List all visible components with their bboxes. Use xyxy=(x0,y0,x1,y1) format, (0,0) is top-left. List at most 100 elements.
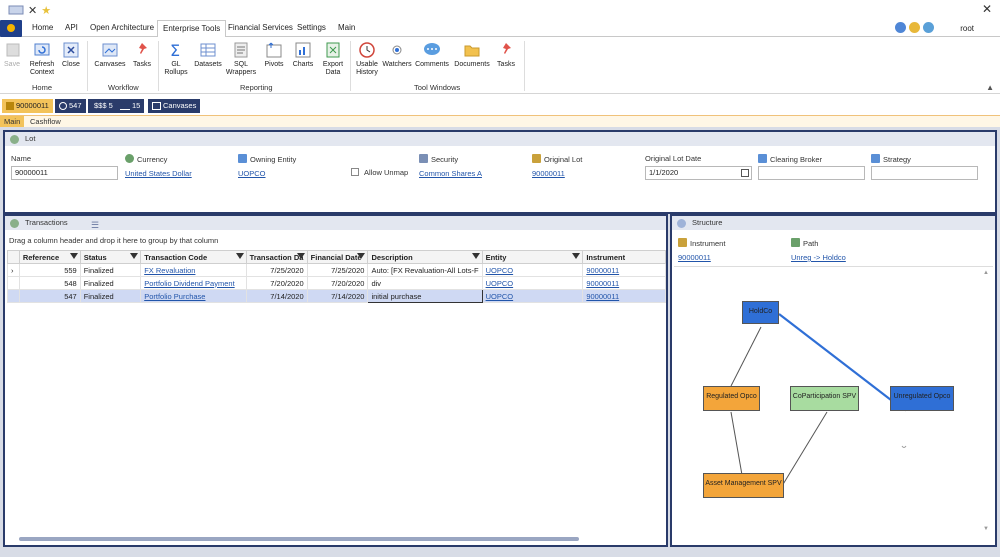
star-icon[interactable]: ★ xyxy=(41,4,51,17)
cell-instrument-link[interactable]: 90000011 xyxy=(582,263,666,277)
context-chip-lot[interactable]: 90000011 xyxy=(2,99,53,113)
filter-icon[interactable] xyxy=(296,253,305,259)
mouse-cursor-icon xyxy=(901,445,907,448)
cell-financial-date: 7/20/2020 xyxy=(306,276,369,290)
cell-instrument-link[interactable]: 90000011 xyxy=(582,289,666,303)
menu-tab-main[interactable]: Main xyxy=(338,23,355,32)
menu-tab-settings[interactable]: Settings xyxy=(297,23,326,32)
menu-icon[interactable]: ☰ xyxy=(91,218,99,232)
title-bar: ✕ ★ ✕ xyxy=(0,0,1000,20)
horizontal-scrollbar[interactable] xyxy=(19,537,579,541)
col-transaction-date[interactable]: Transaction Da xyxy=(245,250,308,264)
sync-icon[interactable] xyxy=(923,22,934,33)
refresh-context-button[interactable]: Refresh Context xyxy=(28,41,56,77)
table-row[interactable]: 547 Finalized Portfolio Purchase 7/14/20… xyxy=(7,289,666,303)
dataset-icon xyxy=(199,41,217,59)
watchers-button[interactable]: Watchers xyxy=(382,41,412,69)
documents-button[interactable]: Documents xyxy=(452,41,492,69)
currency-icon xyxy=(125,154,134,163)
node-regulated-opco[interactable]: Regulated Opco xyxy=(703,386,760,411)
menu-tab-enterprise-tools[interactable]: Enterprise Tools xyxy=(157,20,227,38)
tool-tasks-button[interactable]: Tasks xyxy=(494,41,518,69)
info-icon[interactable] xyxy=(909,22,920,33)
col-description[interactable]: Description xyxy=(367,250,483,264)
node-asset-management-spv[interactable]: Asset Management SPV xyxy=(703,473,784,498)
menu-tab-open-architecture[interactable]: Open Architecture xyxy=(90,23,154,32)
close-icon[interactable]: ✕ xyxy=(28,4,37,17)
clearing-broker-field[interactable] xyxy=(758,166,865,180)
canvases-button[interactable]: Canvases xyxy=(94,41,126,69)
name-field[interactable]: 90000011 xyxy=(11,166,118,180)
col-instrument[interactable]: Instrument xyxy=(582,250,666,264)
cell-entity-link[interactable]: UOPCO xyxy=(481,276,584,290)
table-row[interactable]: 548 Finalized Portfolio Dividend Payment… xyxy=(7,276,666,290)
close-button[interactable]: Close xyxy=(62,41,80,69)
usable-history-button[interactable]: Usable History xyxy=(354,41,380,77)
window-close-icon[interactable]: ✕ xyxy=(982,2,992,16)
user-name[interactable]: root xyxy=(960,24,974,33)
datasets-button[interactable]: Datasets xyxy=(193,41,223,69)
filter-icon[interactable] xyxy=(572,253,581,259)
node-holdco[interactable]: HoldCo xyxy=(742,301,779,324)
charts-button[interactable]: Charts xyxy=(291,41,315,69)
transactions-panel-header: Transactions ☰ xyxy=(5,216,666,230)
owning-entity-link[interactable]: UOPCO xyxy=(238,169,266,178)
col-status[interactable]: Status xyxy=(79,250,142,264)
calendar-icon[interactable] xyxy=(741,169,749,177)
allow-unmap-checkbox[interactable]: Allow Unmap xyxy=(351,168,408,177)
col-reference[interactable]: Reference xyxy=(18,250,81,264)
cell-entity-link[interactable]: UOPCO xyxy=(481,263,584,277)
pivots-button[interactable]: Pivots xyxy=(262,41,286,69)
filter-icon[interactable] xyxy=(235,253,244,259)
close-icon xyxy=(62,41,80,59)
menu-tab-financial-services[interactable]: Financial Services xyxy=(228,23,293,32)
context-chip-money[interactable]: $$$ 5 xyxy=(88,99,117,113)
menu-tab-home[interactable]: Home xyxy=(32,23,53,32)
clock-icon xyxy=(59,102,67,110)
original-lot-link[interactable]: 90000011 xyxy=(532,169,565,178)
cell-transaction-code-link[interactable]: FX Revaluation xyxy=(140,263,247,277)
history-icon xyxy=(358,41,376,59)
group-tool-windows: Tool Windows xyxy=(414,83,461,92)
export-data-button[interactable]: Export Data xyxy=(320,41,346,77)
context-chip-scale[interactable]: 15 xyxy=(116,99,145,113)
context-chip-transaction[interactable]: 547 xyxy=(55,99,86,113)
cell-transaction-code-link[interactable]: Portfolio Purchase xyxy=(140,289,247,303)
table-row[interactable]: › 559 Finalized FX Revaluation 7/25/2020… xyxy=(7,263,666,277)
scroll-down-icon[interactable]: ▼ xyxy=(983,526,989,532)
menu-tab-api[interactable]: API xyxy=(65,23,78,32)
toolbar-icon[interactable] xyxy=(8,4,24,16)
currency-link[interactable]: United States Dollar xyxy=(125,169,192,178)
comments-button[interactable]: Comments xyxy=(414,41,450,69)
col-transaction-code[interactable]: Transaction Code xyxy=(140,250,247,264)
node-coparticipation-spv[interactable]: CoParticipation SPV xyxy=(790,386,859,411)
subtab-cashflow[interactable]: Cashflow xyxy=(30,117,61,126)
filter-icon[interactable] xyxy=(471,253,480,259)
collapse-ribbon-icon[interactable]: ▲ xyxy=(986,83,994,92)
gl-rollups-button[interactable]: Σ GL Rollups xyxy=(162,41,190,77)
cell-instrument-link[interactable]: 90000011 xyxy=(582,276,666,290)
sql-wrappers-button[interactable]: SQL Wrappers xyxy=(225,41,257,77)
group-by-hint: Drag a column header and drop it here to… xyxy=(9,236,219,245)
sigma-icon: Σ xyxy=(167,41,185,60)
app-logo-icon[interactable] xyxy=(0,20,22,37)
original-lot-date-field[interactable]: 1/1/2020 xyxy=(645,166,752,180)
security-link[interactable]: Common Shares A xyxy=(419,169,482,178)
filter-icon[interactable] xyxy=(130,253,139,259)
node-unregulated-opco[interactable]: Unregulated Opco xyxy=(890,386,954,411)
filter-icon[interactable] xyxy=(357,253,366,259)
context-chip-canvases[interactable]: Canvases xyxy=(148,99,201,113)
cell-description-editor[interactable]: initial purchase xyxy=(367,289,483,303)
lot-icon xyxy=(532,154,541,163)
cell-entity-link[interactable]: UOPCO xyxy=(481,289,584,303)
help-icon[interactable] xyxy=(895,22,906,33)
col-financial-date[interactable]: Financial Date xyxy=(306,250,369,264)
col-entity[interactable]: Entity xyxy=(481,250,584,264)
cell-transaction-code-link[interactable]: Portfolio Dividend Payment xyxy=(140,276,247,290)
tasks-button[interactable]: Tasks xyxy=(132,41,152,69)
original-lot-label: Original Lot xyxy=(532,154,582,164)
scroll-up-icon[interactable]: ▲ xyxy=(983,270,989,276)
save-button[interactable]: Save xyxy=(4,41,20,69)
filter-icon[interactable] xyxy=(69,253,78,259)
strategy-field[interactable] xyxy=(871,166,978,180)
